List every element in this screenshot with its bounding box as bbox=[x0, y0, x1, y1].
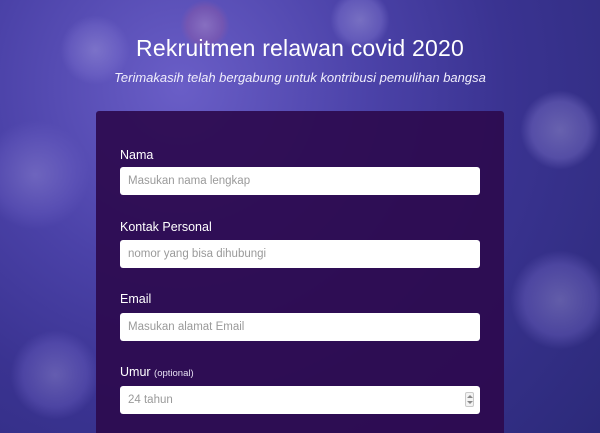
stepper-icon[interactable] bbox=[465, 392, 474, 407]
email-label: Email bbox=[120, 292, 152, 306]
page-subtitle: Terimakasih telah bergabung untuk kontri… bbox=[114, 70, 486, 85]
background-virus-decoration bbox=[520, 90, 600, 170]
decrement-arrow-icon[interactable] bbox=[467, 401, 473, 404]
background-virus-decoration bbox=[0, 120, 90, 230]
name-input[interactable] bbox=[120, 167, 480, 195]
background-virus-decoration bbox=[510, 250, 600, 350]
background-virus-decoration bbox=[10, 330, 100, 420]
page-title: Rekruitmen relawan covid 2020 bbox=[136, 35, 464, 61]
email-input[interactable] bbox=[120, 313, 480, 341]
contact-input[interactable] bbox=[120, 240, 480, 268]
contact-label: Kontak Personal bbox=[120, 220, 212, 234]
increment-arrow-icon[interactable] bbox=[467, 395, 473, 398]
name-label: Nama bbox=[120, 148, 154, 162]
age-label-text: Umur bbox=[120, 365, 151, 379]
age-label: Umur (optional) bbox=[120, 365, 194, 379]
optional-tag: (optional) bbox=[154, 368, 194, 379]
age-field bbox=[120, 386, 480, 414]
age-input[interactable] bbox=[120, 386, 480, 414]
registration-form: Nama Kontak Personal Email Umur (optiona… bbox=[96, 111, 504, 433]
